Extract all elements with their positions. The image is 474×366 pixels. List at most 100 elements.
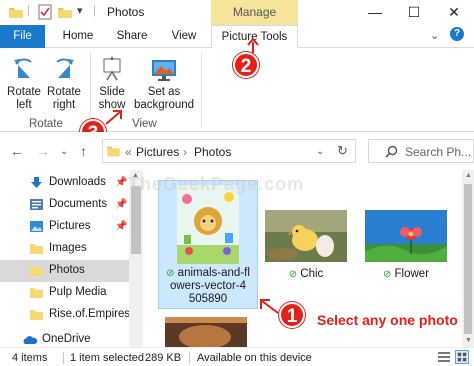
rotate-right-button[interactable]: Rotate right [44,56,84,112]
search-box[interactable]: Search Ph... [368,139,474,163]
help-icon[interactable]: ? [450,27,464,41]
folder-icon [30,288,43,298]
status-selection: 1 item selected [70,352,144,364]
slide-show-icon [103,57,121,81]
minimize-button[interactable]: — [355,0,395,25]
large-icons-view-icon[interactable] [455,350,469,364]
nav-item-images[interactable]: Images [0,238,129,260]
breadcrumb-separator: › [183,145,187,159]
nav-label: Images [49,242,87,254]
nav-label: OneDrive [42,333,91,345]
rotate-left-label-2: left [16,99,32,111]
separator: | [27,3,31,17]
tab-view[interactable]: View [160,25,208,48]
ribbon-expand-icon[interactable]: ⌄ [430,29,439,42]
recent-locations-icon[interactable]: ⌄ [60,146,68,157]
status-availability: Available on this device [197,352,312,364]
file-tile-animals[interactable]: ⊘ animals-and-fl owers-vector-4 505890 [158,180,258,309]
separator: | [93,3,97,17]
scroll-down-icon[interactable]: ▼ [465,337,472,344]
navigation-pane: Downloads 📌 Documents 📌 Pictures 📌 Image… [0,170,143,347]
nav-item-pictures[interactable]: Pictures 📌 [0,216,129,238]
forward-arrow-icon[interactable]: → [36,143,50,159]
group-rotate-label: Rotate [29,118,63,130]
file-thumbnail-partial[interactable] [165,317,247,347]
slide-show-button[interactable]: Slide show [94,56,130,112]
documents-icon [30,199,43,210]
slide-show-label-1: Slide [99,86,125,98]
nav-item-pulp-media[interactable]: Pulp Media [0,282,129,304]
address-dropdown-icon[interactable]: ⌄ [316,146,324,157]
group-separator [201,52,202,128]
nav-label: Pictures [49,220,91,232]
rotate-left-label-1: Rotate [7,86,41,98]
flower-thumbnail [365,210,447,262]
tab-home[interactable]: Home [54,25,102,48]
back-arrow-icon[interactable]: ← [10,143,24,159]
callout-badge-2: 2 [233,52,259,78]
up-arrow-icon[interactable]: ↑ [80,143,87,159]
pin-icon: 📌 [115,221,128,232]
chevron-down-icon[interactable]: ▾ [77,4,83,17]
properties-icon[interactable] [37,4,53,20]
maximize-button[interactable]: ☐ [394,0,434,25]
rotate-left-icon [14,58,32,78]
sync-check-icon: ⊘ [166,268,175,279]
pin-icon: 📌 [115,177,128,188]
chick-thumbnail [265,210,347,262]
nav-item-photos[interactable]: Photos [0,260,129,282]
file-tile-chic[interactable]: ⊘ Chic [263,180,351,290]
status-separator [189,352,190,364]
search-icon [385,145,398,158]
address-overflow[interactable]: « [125,145,132,159]
nav-label: Photos [49,264,85,276]
set-background-icon [152,60,176,81]
details-view-icon[interactable] [438,351,450,363]
nav-scrollbar-thumb[interactable] [131,186,141,254]
file-name: ⊘ animals-and-fl owers-vector-4 505890 [159,267,257,306]
breadcrumb-pictures[interactable]: Pictures [136,145,179,159]
nav-item-rise-of-empires[interactable]: Rise.of.Empires.C [0,304,129,326]
address-bar[interactable]: « Pictures › Photos ⌄ ↻ [102,139,356,163]
title-bar: | ▾ | Photos Manage — ☐ ✕ [0,0,474,25]
file-tile-flower[interactable]: ⊘ Flower [363,180,451,290]
file-name: ⊘ Flower [363,268,449,281]
rotate-right-icon [56,58,74,78]
sync-check-icon: ⊘ [288,269,298,280]
nav-item-onedrive[interactable]: OneDrive [0,332,129,347]
group-view-label: View [132,118,157,130]
tab-file[interactable]: File [0,25,45,48]
file-name-line-1: Chic [300,268,324,280]
file-name-line-2: owers-vector-4 [169,280,247,292]
file-name-line-1: Flower [394,268,430,280]
search-input[interactable]: Search Ph... [405,145,471,159]
set-as-background-button[interactable]: Set as background [131,56,197,112]
refresh-icon[interactable]: ↻ [337,143,348,159]
nav-item-downloads[interactable]: Downloads 📌 [0,172,129,194]
tab-share[interactable]: Share [108,25,156,48]
breadcrumb-photos[interactable]: Photos [194,145,231,159]
callout-arrow-icon [260,299,279,314]
status-size: 289 KB [145,352,182,364]
status-bar: 4 items 1 item selected 289 KB Available… [0,347,474,366]
nav-label: Downloads [49,176,106,188]
new-folder-icon[interactable] [57,4,73,20]
close-button[interactable]: ✕ [434,0,474,25]
nav-label: Documents [49,198,108,210]
folder-icon [30,266,43,276]
rotate-right-label-1: Rotate [47,86,81,98]
folder-icon [9,8,23,18]
group-separator [90,52,91,128]
nav-item-documents[interactable]: Documents 📌 [0,194,129,216]
rotate-left-button[interactable]: Rotate left [4,56,44,112]
content-scrollbar-thumb[interactable] [464,184,472,334]
manage-contextual-header: Manage [211,0,298,25]
scroll-up-icon[interactable]: ▲ [465,172,472,179]
ribbon-tabs: File Home Share View Picture Tools ⌄ ? [0,25,474,49]
folder-icon [30,310,43,320]
folder-icon [30,244,43,254]
pictures-icon [30,221,43,232]
callout-badge-1: 1 [279,302,305,328]
window-title: Photos [107,5,145,19]
nav-label: Rise.of.Empires.C [49,308,129,320]
